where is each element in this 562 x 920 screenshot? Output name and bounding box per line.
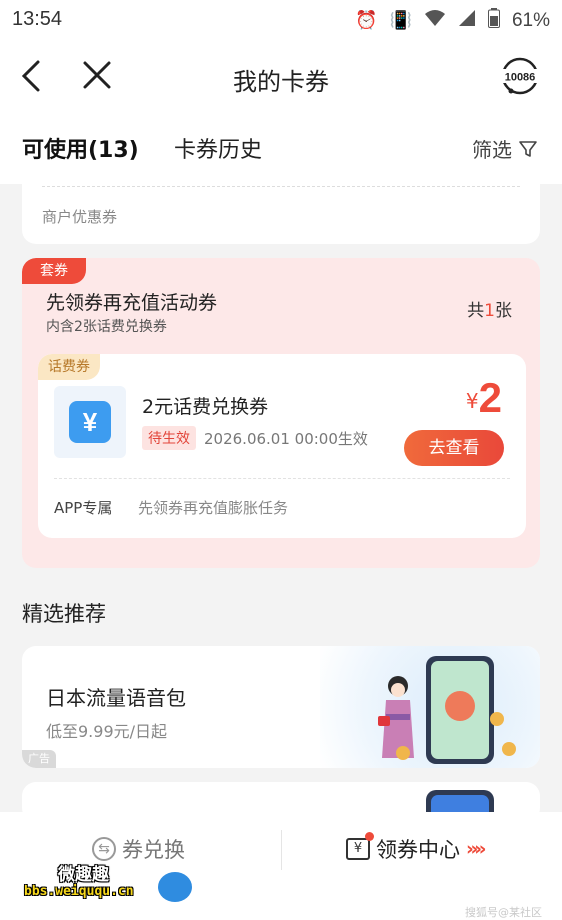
count-suffix: 张 [495, 301, 512, 321]
bundle-title: 先领券再充值活动券 [46, 292, 218, 314]
chevron-right-icon: »» [466, 838, 486, 860]
battery-percent: 61% [511, 9, 550, 31]
coupon-icon-box: ¥ [54, 386, 126, 458]
coin-icon [502, 742, 516, 756]
divider [54, 478, 510, 479]
alarm-icon: ⏰ [355, 10, 378, 31]
view-button[interactable]: 去查看 [404, 430, 504, 466]
tab-bar: 可使用(13) 卡券历史 筛选 [0, 112, 562, 184]
ticket-icon: ¥ [346, 832, 374, 860]
bundle-coupon-card[interactable]: 套券 先领券再充值活动券 内含2张话费兑换券 共1张 话费券 ¥ 2元话费兑换券… [22, 258, 540, 568]
battery-icon [487, 8, 500, 33]
coupon-amount: 2 [478, 374, 502, 421]
coin-icon [490, 712, 504, 726]
watermark-corner: 搜狐号@某社区 [465, 906, 542, 919]
count-prefix: 共 [467, 301, 485, 321]
promo-illustration [320, 646, 540, 768]
bundle-subtitle: 内含2张话费兑换券 [46, 319, 167, 335]
tab-available[interactable]: 可使用(13) [22, 132, 139, 164]
watermark-url: bbs.weiququ.cn [24, 884, 134, 899]
status-time: 13:54 [12, 8, 63, 30]
watermark-text: 微趣趣 [58, 865, 109, 885]
merchant-coupon-label: 商户优惠券 [42, 208, 118, 226]
tab-history[interactable]: 卡券历史 [174, 132, 262, 164]
wifi-icon [424, 9, 446, 32]
coupon-name: 2元话费兑换券 [142, 396, 269, 418]
vibrate-icon: 📳 [389, 10, 412, 31]
ad-tag: 广告 [22, 750, 56, 768]
recommend-title: 日本流量语音包 [46, 686, 186, 710]
coupon-center-label: 领券中心 [376, 838, 460, 862]
bundle-badge: 套券 [22, 258, 86, 284]
hotline-number: 10086 [505, 72, 536, 84]
coupon-item[interactable]: 话费券 ¥ 2元话费兑换券 待生效 2026.06.01 00:00生效 ¥2 … [38, 354, 526, 538]
count-value: 1 [484, 301, 495, 321]
coin-icon [396, 746, 410, 760]
status-bar: 13:54 ⏰ 📳 61% [0, 0, 562, 40]
phone-fee-badge: 话费券 [38, 354, 100, 380]
phone-illustration [426, 656, 494, 764]
hotline-icon[interactable]: 10086 [498, 54, 542, 98]
exchange-label: 券兑换 [122, 838, 185, 862]
filter-icon [519, 140, 537, 157]
yen-icon: ¥ [69, 401, 111, 443]
divider [281, 830, 282, 870]
watermark-logo [158, 872, 192, 902]
app-exclusive-tag: APP专属 [54, 499, 113, 517]
divider [42, 186, 520, 187]
recommend-subtitle: 低至9.99元/日起 [46, 722, 168, 741]
kimono-girl-illustration [378, 676, 414, 758]
filter-label: 筛选 [472, 138, 512, 162]
status-icons: ⏰ 📳 61% [355, 8, 550, 33]
coupon-price: ¥2 [466, 374, 502, 422]
signal-icon [458, 9, 476, 32]
bundle-count: 共1张 [467, 296, 512, 321]
status-badge: 待生效 [142, 426, 196, 450]
coupon-center-button[interactable]: ¥ 领券中心 »» [346, 832, 486, 864]
filter-button[interactable]: 筛选 [472, 134, 538, 163]
currency-symbol: ¥ [465, 389, 479, 413]
header: 我的卡券 10086 [0, 40, 562, 112]
page-title: 我的卡券 [233, 68, 329, 96]
coupon-card-merchant[interactable]: 商户优惠券 [22, 184, 540, 244]
coupon-description: 先领券再充值膨胀任务 [138, 499, 289, 517]
valid-time: 2026.06.01 00:00生效 [204, 430, 368, 448]
exchange-icon: ⇆ [92, 837, 116, 861]
recommend-card[interactable]: 日本流量语音包 低至9.99元/日起 广告 [22, 646, 540, 768]
section-title: 精选推荐 [22, 602, 106, 626]
